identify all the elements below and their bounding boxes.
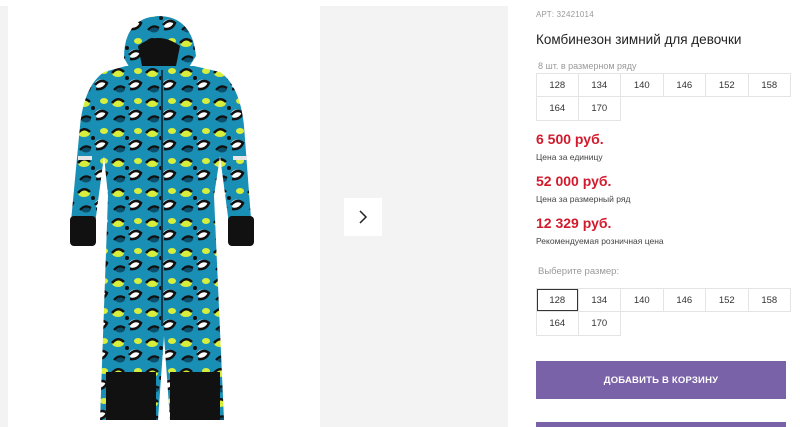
chevron-right-icon [359, 210, 368, 224]
size-row-cell: 152 [706, 73, 749, 97]
size-row-label: 8 шт. в размерном ряду [538, 61, 637, 71]
gallery-prev-slide [0, 6, 8, 427]
size-option-128[interactable]: 128 [536, 288, 579, 312]
product-title: Комбинезон зимний для девочки [536, 32, 742, 47]
size-option-134[interactable]: 134 [578, 288, 621, 312]
size-option-140[interactable]: 140 [621, 288, 664, 312]
size-option-170[interactable]: 170 [578, 312, 621, 336]
size-option-152[interactable]: 152 [706, 288, 749, 312]
size-row-table: 128 134 140 146 152 158 164 170 [536, 73, 791, 121]
size-row-cell: 170 [578, 97, 621, 121]
product-sku: АРТ: 32421014 [536, 10, 594, 19]
secondary-action-button[interactable] [536, 422, 786, 427]
size-row-cell: 158 [748, 73, 791, 97]
product-info-panel: АРТ: 32421014 Комбинезон зимний для дево… [536, 0, 800, 427]
row-price: 52 000 руб. [536, 173, 612, 189]
product-image[interactable] [8, 6, 320, 427]
unit-price: 6 500 руб. [536, 131, 604, 147]
size-row-cell: 134 [578, 73, 621, 97]
unit-price-note: Цена за единицу [536, 152, 603, 162]
next-image-button[interactable] [344, 198, 382, 236]
retail-price-note: Рекомендуемая розничная цена [536, 236, 664, 246]
size-option-158[interactable]: 158 [748, 288, 791, 312]
size-row-cell: 164 [536, 97, 579, 121]
size-selector: 128 134 140 146 152 158 164 170 [536, 288, 791, 336]
size-row-cell: 128 [536, 73, 579, 97]
size-option-164[interactable]: 164 [536, 312, 579, 336]
choose-size-label: Выберите размер: [538, 266, 620, 277]
size-row-cell: 146 [663, 73, 706, 97]
snowsuit-illustration [70, 16, 254, 420]
retail-price: 12 329 руб. [536, 215, 612, 231]
row-price-note: Цена за размерный ряд [536, 194, 631, 204]
add-to-cart-button[interactable]: ДОБАВИТЬ В КОРЗИНУ [536, 361, 786, 399]
size-row-cell: 140 [621, 73, 664, 97]
size-option-146[interactable]: 146 [663, 288, 706, 312]
